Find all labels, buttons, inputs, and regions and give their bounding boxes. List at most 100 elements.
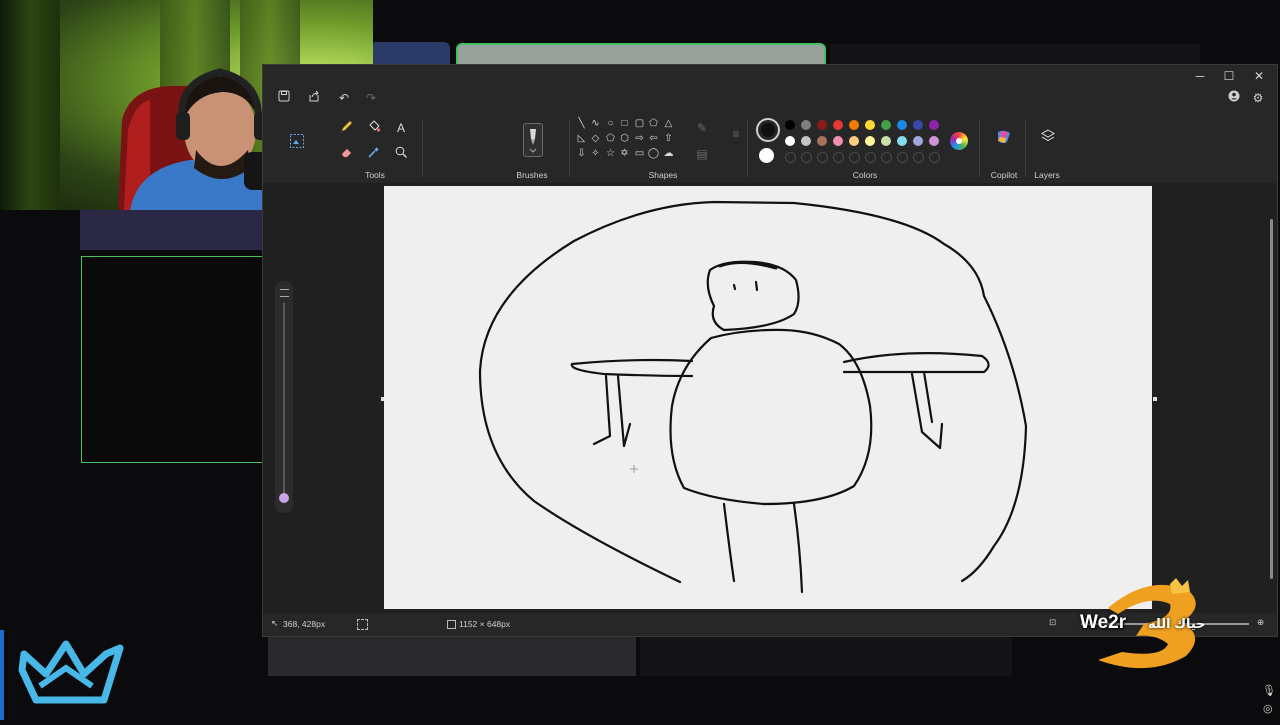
polygon-shape-icon[interactable]: ⬠ — [647, 117, 660, 130]
up-arrow-shape-icon[interactable]: ⇧ — [662, 132, 675, 145]
palette-swatch[interactable] — [833, 136, 843, 146]
fill-bucket-icon[interactable] — [365, 119, 383, 137]
palette-swatch[interactable] — [897, 120, 907, 130]
custom-color-slot[interactable] — [881, 152, 892, 163]
hexagon-shape-icon[interactable]: ⬡ — [618, 132, 631, 145]
rounded-rectangle-shape-icon[interactable]: ▢ — [633, 117, 646, 130]
color-picker-icon[interactable] — [365, 145, 383, 163]
image-select-icon[interactable] — [288, 133, 306, 151]
oval-shape-icon[interactable]: ○ — [604, 117, 617, 130]
we2r-text: We2r — [1080, 612, 1127, 633]
left-arrow-shape-icon[interactable]: ⇦ — [647, 132, 660, 145]
palette-swatch[interactable] — [817, 120, 827, 130]
ribbon: A Tools Brushes ╲ ∿ ○ □ ▢ ⬠ △ ◺ ◇ ⬠ ⬡ ⇨ … — [290, 113, 1273, 183]
ribbon-divider — [979, 119, 980, 177]
palette-swatch[interactable] — [897, 136, 907, 146]
primary-color-swatch[interactable] — [756, 118, 780, 142]
custom-color-slot[interactable] — [785, 152, 796, 163]
close-button[interactable]: ✕ — [1248, 68, 1270, 84]
brush-size-slider[interactable] — [275, 281, 293, 513]
fit-to-window-icon[interactable]: ⊡ — [1049, 617, 1056, 628]
layers-icon[interactable] — [1039, 129, 1057, 147]
paint-window: ─ ☐ ✕ ↶ ↷ ⚙ A Tools Brushes ╲ ∿ ○ □ ▢ ⬠ … — [262, 64, 1278, 637]
palette-swatch[interactable] — [929, 120, 939, 130]
background-tab-blue — [370, 42, 450, 66]
five-point-star-shape-icon[interactable]: ☆ — [604, 147, 617, 160]
right-triangle-shape-icon[interactable]: ◺ — [575, 132, 588, 145]
size-slider-thumb[interactable] — [279, 493, 289, 503]
callout-cloud-shape-icon[interactable]: ☁ — [662, 147, 675, 160]
target-icon[interactable]: ◎ — [1263, 702, 1273, 715]
custom-color-slot[interactable] — [929, 152, 940, 163]
custom-color-slot[interactable] — [849, 152, 860, 163]
eraser-icon[interactable] — [338, 145, 356, 163]
account-icon[interactable] — [1225, 89, 1243, 107]
custom-color-slot[interactable] — [817, 152, 828, 163]
custom-color-slot[interactable] — [833, 152, 844, 163]
palette-swatch[interactable] — [913, 120, 923, 130]
callout-rect-shape-icon[interactable]: ▭ — [633, 147, 646, 160]
custom-color-slot[interactable] — [801, 152, 812, 163]
redo-icon[interactable]: ↷ — [362, 89, 380, 107]
curve-shape-icon[interactable]: ∿ — [589, 117, 602, 130]
palette-swatch[interactable] — [801, 136, 811, 146]
ribbon-divider — [422, 119, 423, 177]
title-bar: ─ ☐ ✕ — [263, 65, 1277, 87]
secondary-color-swatch[interactable] — [759, 148, 774, 163]
crown-logo — [0, 630, 135, 720]
cursor-position-text: 368, 428px — [283, 619, 326, 629]
triangle-shape-icon[interactable]: △ — [662, 117, 675, 130]
drawing-canvas[interactable] — [384, 186, 1152, 609]
diamond-shape-icon[interactable]: ◇ — [589, 132, 602, 145]
undo-icon[interactable]: ↶ — [335, 89, 353, 107]
share-icon[interactable] — [305, 89, 323, 107]
minimize-button[interactable]: ─ — [1189, 68, 1211, 84]
fill-icon[interactable]: ▤ — [693, 145, 711, 163]
maximize-button[interactable]: ☐ — [1218, 68, 1240, 84]
pentagon-shape-icon[interactable]: ⬠ — [604, 132, 617, 145]
four-point-star-shape-icon[interactable]: ✧ — [589, 147, 602, 160]
palette-swatch[interactable] — [849, 120, 859, 130]
custom-color-slot[interactable] — [865, 152, 876, 163]
vertical-scrollbar[interactable] — [1269, 189, 1275, 609]
palette-swatch[interactable] — [785, 120, 795, 130]
canvas-resize-handle-right[interactable] — [1153, 397, 1157, 401]
callout-oval-shape-icon[interactable]: ◯ — [647, 147, 660, 160]
palette-swatch[interactable] — [929, 136, 939, 146]
palette-swatch[interactable] — [817, 136, 827, 146]
color-palette — [785, 120, 945, 168]
palette-swatch[interactable] — [849, 136, 859, 146]
palette-swatch[interactable] — [801, 120, 811, 130]
palette-swatch[interactable] — [865, 120, 875, 130]
six-point-star-shape-icon[interactable]: ✡ — [618, 147, 631, 160]
copilot-group-label: Copilot — [990, 170, 1018, 180]
copilot-icon[interactable] — [995, 128, 1013, 146]
palette-swatch[interactable] — [785, 136, 795, 146]
text-tool-icon[interactable]: A — [392, 119, 410, 137]
settings-gear-icon[interactable]: ⚙ — [1249, 89, 1267, 107]
custom-color-slot[interactable] — [913, 152, 924, 163]
magnifier-icon[interactable] — [392, 145, 410, 163]
background-lower-panel — [268, 636, 636, 676]
right-arrow-shape-icon[interactable]: ⇨ — [633, 132, 646, 145]
custom-color-slot[interactable] — [897, 152, 908, 163]
outline-icon[interactable]: ✎ — [693, 119, 711, 137]
canvas-size-icon — [447, 620, 456, 629]
save-icon[interactable] — [275, 89, 293, 107]
zoom-in-icon[interactable]: ⊕ — [1257, 617, 1264, 628]
down-arrow-shape-icon[interactable]: ⇩ — [575, 147, 588, 160]
rectangle-shape-icon[interactable]: □ — [618, 117, 631, 130]
palette-swatch[interactable] — [881, 136, 891, 146]
palette-swatch[interactable] — [913, 136, 923, 146]
size-icon[interactable]: ≡ — [727, 125, 745, 143]
canvas-workspace — [263, 183, 1277, 613]
edit-colors-icon[interactable] — [950, 132, 968, 150]
pencil-icon[interactable] — [338, 119, 356, 137]
palette-swatch[interactable] — [833, 120, 843, 130]
layers-group-label: Layers — [1034, 170, 1060, 180]
microphone-icon[interactable]: 🎙 — [1262, 684, 1276, 697]
line-shape-icon[interactable]: ╲ — [575, 117, 588, 130]
palette-swatch[interactable] — [881, 120, 891, 130]
palette-swatch[interactable] — [865, 136, 875, 146]
brushes-button[interactable] — [523, 123, 543, 157]
